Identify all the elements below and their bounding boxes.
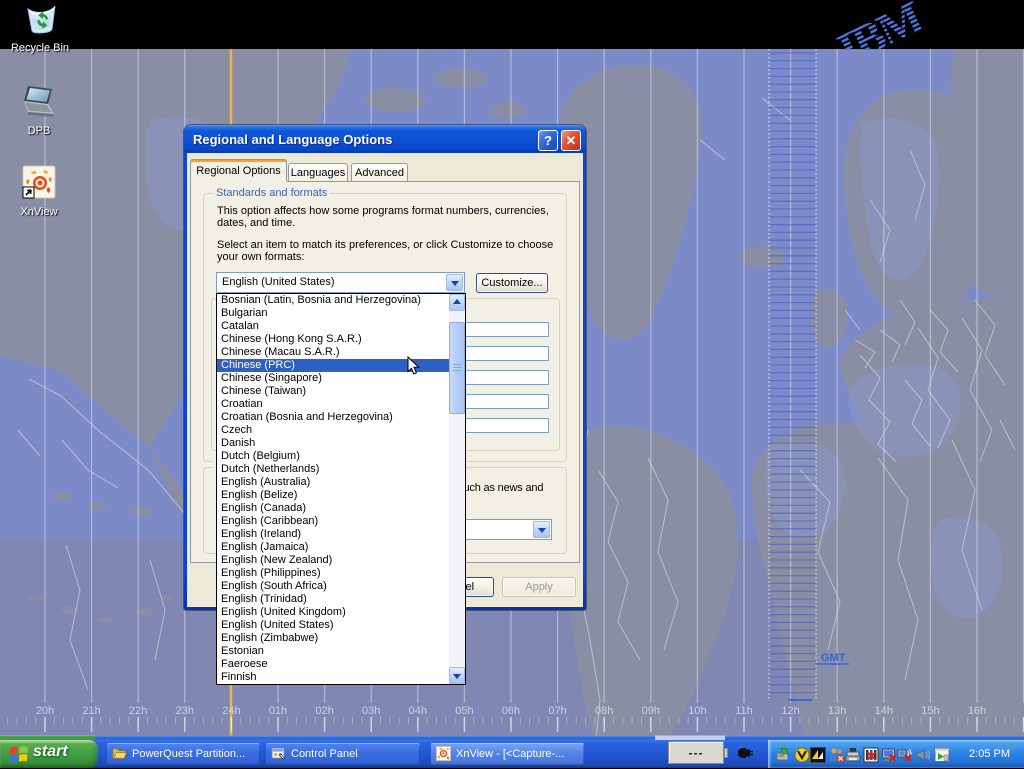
svg-text:21h: 21h — [82, 705, 100, 717]
svg-text:15h: 15h — [921, 705, 939, 717]
svg-text:22h: 22h — [129, 705, 147, 717]
svg-text:03h: 03h — [362, 705, 380, 717]
svg-text:20h: 20h — [36, 705, 54, 717]
svg-text:01h: 01h — [269, 705, 287, 717]
svg-text:12h: 12h — [781, 705, 799, 717]
svg-text:23h: 23h — [176, 705, 194, 717]
svg-text:02h: 02h — [315, 705, 333, 717]
svg-text:14h: 14h — [875, 705, 893, 717]
svg-text:16h: 16h — [968, 705, 986, 717]
svg-text:13h: 13h — [828, 705, 846, 717]
svg-text:IBM: IBM — [830, 0, 931, 50]
svg-text:24h: 24h — [222, 705, 240, 717]
svg-text:10h: 10h — [688, 705, 706, 717]
svg-text:07h: 07h — [548, 705, 566, 717]
svg-text:06h: 06h — [502, 705, 520, 717]
svg-text:05h: 05h — [455, 705, 473, 717]
svg-text:08h: 08h — [595, 705, 613, 717]
svg-text:11h: 11h — [735, 705, 753, 717]
svg-text:04h: 04h — [409, 705, 427, 717]
svg-text:09h: 09h — [642, 705, 660, 717]
svg-text:GMT: GMT — [821, 652, 846, 664]
